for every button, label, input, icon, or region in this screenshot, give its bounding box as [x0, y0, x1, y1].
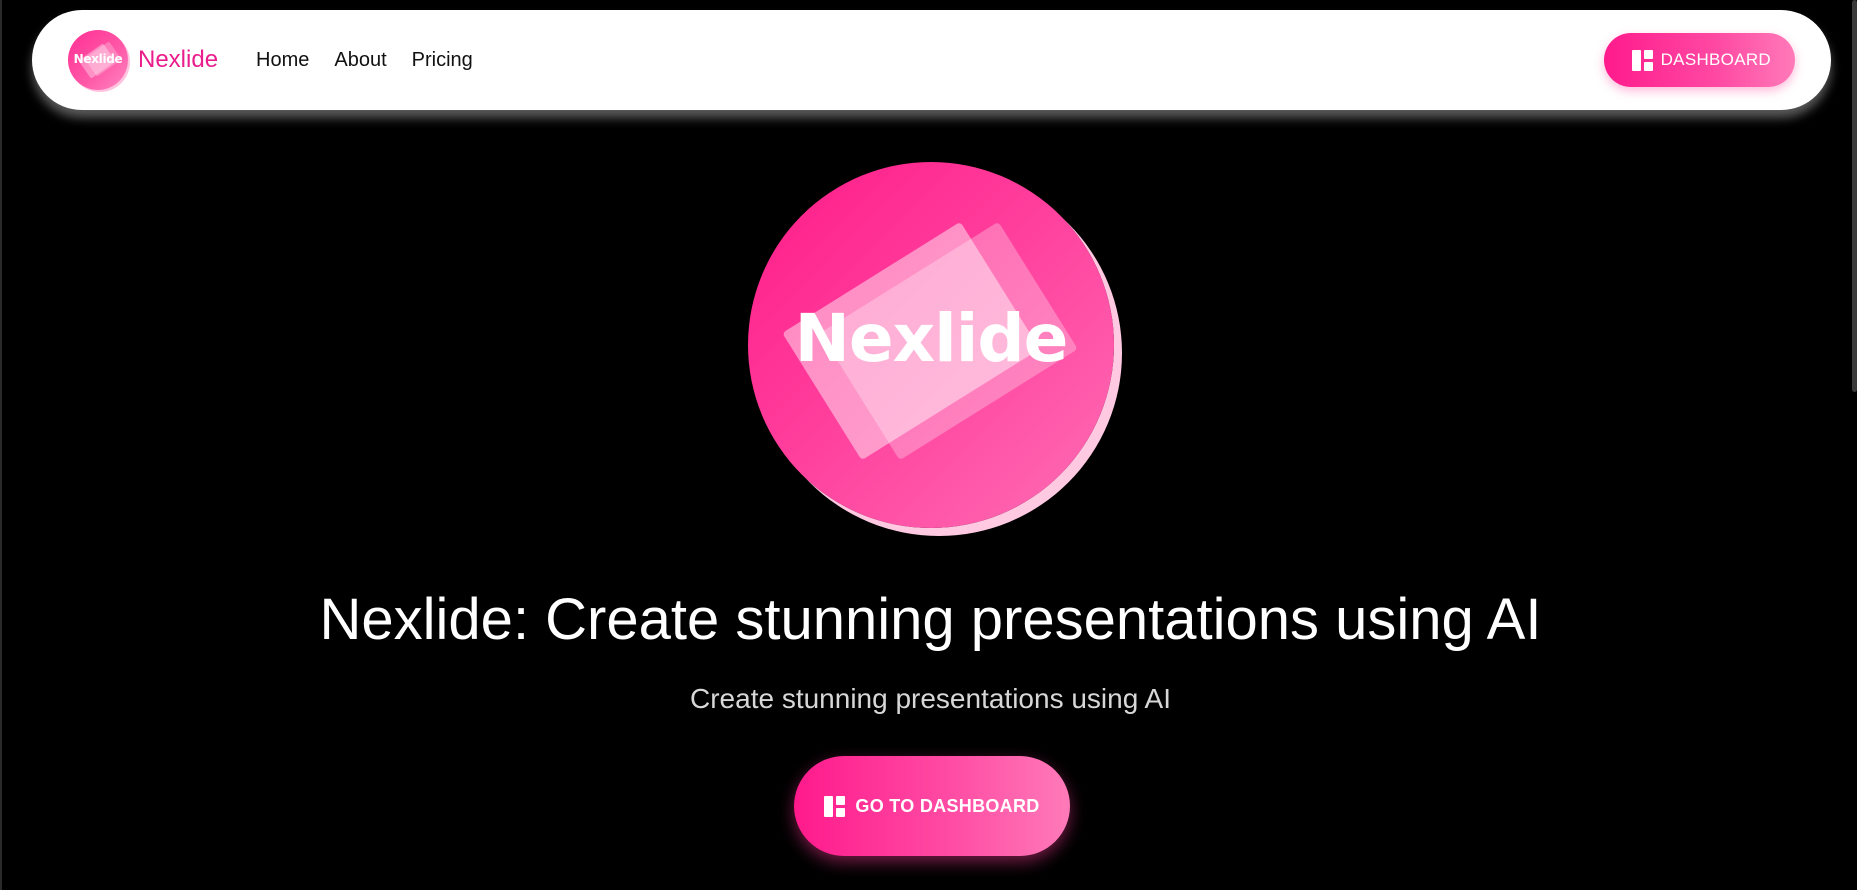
- dashboard-icon: [1631, 49, 1653, 71]
- nav-link-pricing[interactable]: Pricing: [412, 49, 473, 72]
- nav-link-about[interactable]: About: [334, 49, 386, 72]
- dashboard-button-label: DASHBOARD: [1660, 50, 1771, 69]
- brand-logo: Nexlide: [68, 30, 128, 90]
- dashboard-icon: [824, 795, 846, 817]
- scrollbar[interactable]: [1849, 0, 1857, 890]
- hero-subtitle: Create stunning presentations using AI: [690, 683, 1171, 714]
- nav-link-home[interactable]: Home: [256, 49, 309, 72]
- hero-logo-text: Nexlide: [794, 300, 1069, 377]
- go-to-dashboard-label: GO TO DASHBOARD: [855, 795, 1040, 816]
- dashboard-button[interactable]: DASHBOARD: [1603, 33, 1795, 87]
- hero-logo: Nexlide: [748, 162, 1114, 528]
- brand-link[interactable]: Nexlide Nexlide: [68, 30, 218, 90]
- landing-page: Nexlide Nexlide Home About Pricing DASHB…: [0, 0, 1857, 890]
- go-to-dashboard-button[interactable]: GO TO DASHBOARD: [794, 756, 1070, 856]
- navbar: Nexlide Nexlide Home About Pricing DASHB…: [32, 10, 1831, 110]
- hero-title: Nexlide: Create stunning presentations u…: [319, 587, 1542, 652]
- brand-logo-text: Nexlide: [73, 52, 123, 66]
- nav-links: Home About Pricing: [256, 49, 473, 72]
- scrollbar-thumb[interactable]: [1852, 0, 1857, 392]
- brand-name: Nexlide: [138, 46, 219, 73]
